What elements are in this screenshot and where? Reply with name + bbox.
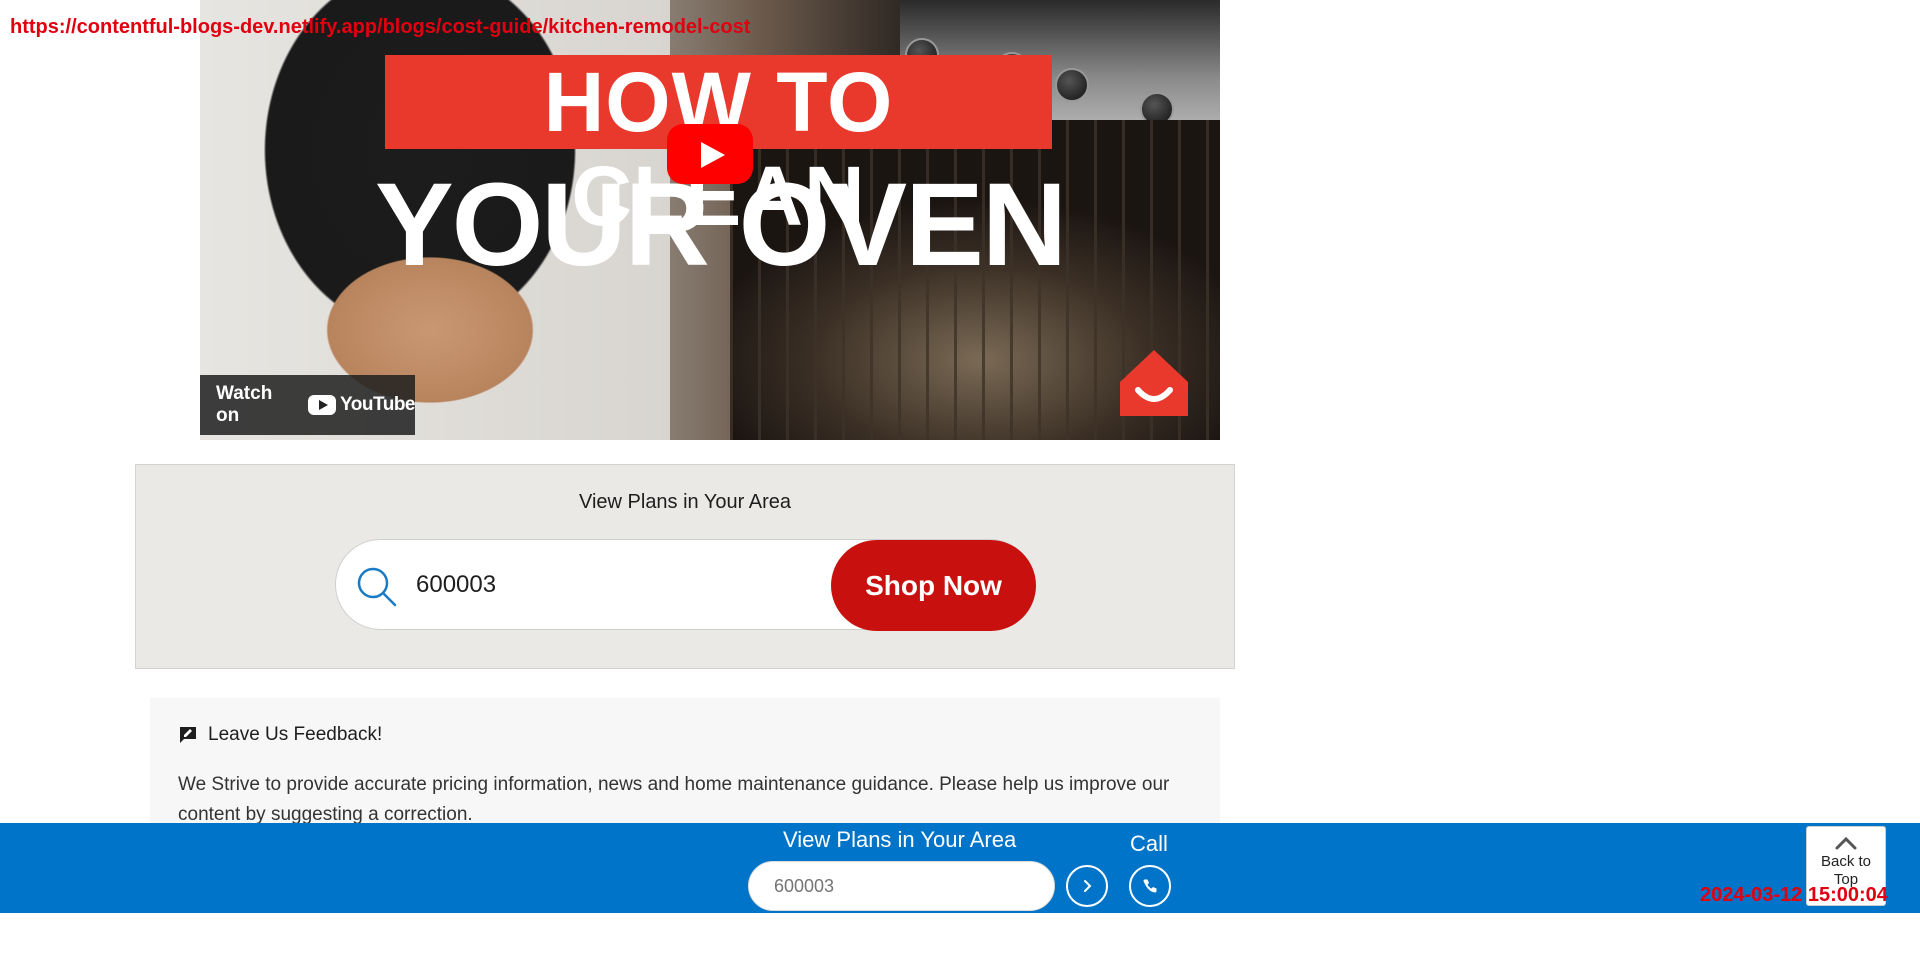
plans-search-bar: Shop Now — [335, 539, 1036, 631]
chevron-right-icon — [1084, 880, 1092, 892]
zip-code-input[interactable] — [416, 560, 796, 610]
youtube-wordmark: YouTube — [340, 394, 415, 415]
footer-zip-input[interactable] — [748, 861, 1055, 911]
footer-call-label: Call — [1130, 831, 1168, 856]
url-overlay: https://contentful-blogs-dev.netlify.app… — [10, 16, 751, 38]
view-plans-panel: View Plans in Your Area Shop Now — [135, 464, 1235, 669]
chevron-up-icon — [1835, 836, 1857, 850]
feedback-body: We Strive to provide accurate pricing in… — [178, 774, 1170, 825]
house-smile-icon — [1120, 350, 1188, 416]
plans-title: View Plans in Your Area — [578, 491, 791, 513]
timestamp-overlay: 2024-03-12 15:00:04 — [1700, 884, 1888, 906]
play-icon[interactable] — [667, 124, 753, 184]
shop-now-button[interactable]: Shop Now — [831, 540, 1036, 631]
watch-on-youtube-button[interactable]: Watch on YouTube — [200, 375, 415, 435]
footer-plans-title: View Plans in Your Area — [783, 827, 1017, 852]
watch-on-label: Watch on — [216, 383, 273, 426]
search-icon — [357, 567, 397, 607]
footer-go-button[interactable] — [1066, 865, 1108, 907]
footer-call-button[interactable] — [1129, 865, 1171, 907]
video-embed[interactable]: HOW TO CLEAN YOUR OVEN Watch on YouTube — [200, 0, 1220, 440]
youtube-logo-icon: YouTube — [308, 394, 415, 416]
feedback-title: Leave Us Feedback! — [208, 724, 383, 745]
phone-icon — [1143, 879, 1157, 893]
feedback-icon — [180, 727, 196, 743]
feedback-header[interactable]: Leave Us Feedback! — [178, 724, 382, 746]
sticky-footer-bar: View Plans in Your Area Call — [0, 823, 1920, 913]
